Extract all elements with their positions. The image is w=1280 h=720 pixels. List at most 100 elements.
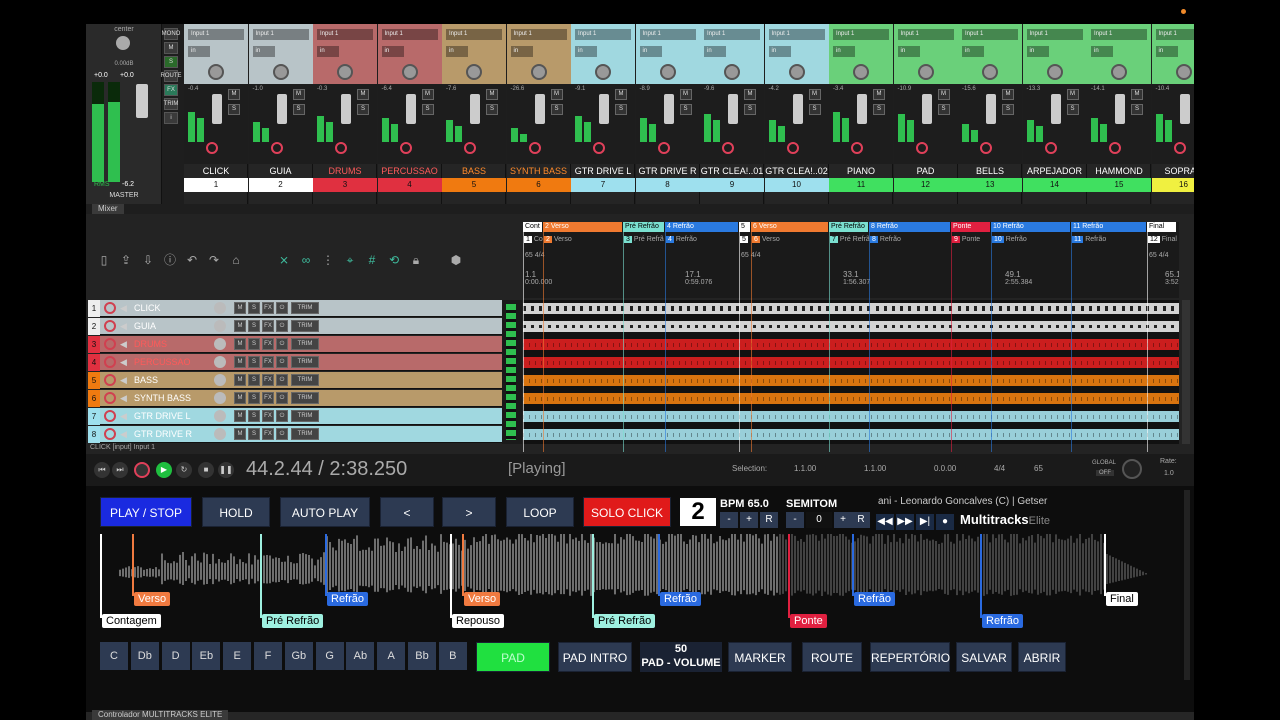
- power-icon[interactable]: ⏻: [276, 320, 288, 332]
- input-select[interactable]: Input 1: [382, 29, 438, 40]
- track-trim-button[interactable]: TRIM: [291, 428, 319, 440]
- semitom-reset-button[interactable]: R: [852, 512, 870, 528]
- solo-button[interactable]: S: [357, 104, 369, 115]
- track-mute-button[interactable]: M: [234, 428, 246, 440]
- input-select[interactable]: Input 1: [962, 29, 1018, 40]
- key-eb-button[interactable]: Eb: [192, 642, 220, 670]
- controller-scrollbar[interactable]: [1184, 490, 1190, 680]
- previous-button[interactable]: <: [380, 497, 434, 527]
- pan-knob[interactable]: [337, 64, 353, 80]
- track-volume-knob[interactable]: [214, 410, 226, 422]
- key-c-button[interactable]: C: [100, 642, 128, 670]
- region-marker[interactable]: Cont: [523, 222, 542, 232]
- section-label[interactable]: Repouso: [452, 614, 504, 628]
- marker-button[interactable]: MARKER: [728, 642, 792, 672]
- key-b-button[interactable]: B: [439, 642, 467, 670]
- record-arm-button[interactable]: [851, 142, 863, 154]
- track-volume-knob[interactable]: [214, 428, 226, 440]
- solo-click-button[interactable]: SOLO CLICK: [583, 497, 671, 527]
- input-mode-select[interactable]: in: [898, 46, 920, 57]
- bpm-minus-button[interactable]: -: [720, 512, 738, 528]
- record-arm-button[interactable]: [464, 142, 476, 154]
- track-lane[interactable]: [523, 318, 1179, 335]
- mute-button[interactable]: M: [680, 89, 692, 100]
- loop-icon[interactable]: ⟲: [386, 252, 402, 268]
- solo-button[interactable]: S: [486, 104, 498, 115]
- track-row[interactable]: 2 ◀ GUIA M S FX ⏻ TRIM: [88, 318, 502, 335]
- channel-fader[interactable]: [406, 94, 416, 124]
- play-icon[interactable]: ▶: [156, 462, 172, 478]
- channel-fader[interactable]: [1180, 94, 1190, 124]
- pad-button[interactable]: PAD: [476, 642, 550, 672]
- channel-fader[interactable]: [793, 94, 803, 124]
- key-d-button[interactable]: D: [162, 642, 190, 670]
- channel-fader[interactable]: [986, 94, 996, 124]
- timeline-ruler[interactable]: Cont 1 Co 2 Verso 2 Verso Pré Refrão 3 Pré Re…: [523, 222, 1179, 298]
- channel-fader[interactable]: [470, 94, 480, 124]
- region-marker[interactable]: Pré Refrão: [623, 222, 664, 232]
- channel-fader[interactable]: [1115, 94, 1125, 124]
- section-label[interactable]: Verso: [134, 592, 170, 606]
- speaker-icon[interactable]: ◀: [120, 357, 130, 368]
- track-fx-button[interactable]: FX: [262, 302, 274, 314]
- section-label[interactable]: Refrão: [327, 592, 368, 606]
- master-pan-knob[interactable]: [116, 36, 130, 50]
- section-label[interactable]: Final: [1106, 592, 1138, 606]
- key-db-button[interactable]: Db: [131, 642, 159, 670]
- input-select[interactable]: Input 1: [1027, 29, 1083, 40]
- track-lanes[interactable]: [523, 300, 1179, 444]
- channel-fader[interactable]: [599, 94, 609, 124]
- record-arm-button[interactable]: [593, 142, 605, 154]
- track-mute-button[interactable]: M: [234, 392, 246, 404]
- input-mode-select[interactable]: in: [1027, 46, 1049, 57]
- record-arm-button[interactable]: [1174, 142, 1186, 154]
- input-mode-select[interactable]: in: [962, 46, 984, 57]
- solo-button[interactable]: S: [744, 104, 756, 115]
- input-select[interactable]: Input 1: [1091, 29, 1147, 40]
- region-marker[interactable]: 4 Refrão: [665, 222, 738, 232]
- record-arm-button[interactable]: [206, 142, 218, 154]
- record-arm-button[interactable]: [335, 142, 347, 154]
- salvar-button[interactable]: SALVAR: [956, 642, 1012, 672]
- track-solo-button[interactable]: S: [248, 374, 260, 386]
- repertorio-button[interactable]: REPERTÓRIO: [870, 642, 950, 672]
- play-stop-button[interactable]: PLAY / STOP: [100, 497, 192, 527]
- track-trim-button[interactable]: TRIM: [291, 392, 319, 404]
- track-volume-knob[interactable]: [214, 356, 226, 368]
- solo-button[interactable]: S: [293, 104, 305, 115]
- controller-tab[interactable]: Controlador MULTITRACKS ELITE: [92, 710, 228, 720]
- section-label[interactable]: Pré Refrão: [594, 614, 655, 628]
- track-solo-button[interactable]: S: [248, 410, 260, 422]
- track-record-button[interactable]: [104, 356, 116, 368]
- solo-button[interactable]: S: [809, 104, 821, 115]
- track-fx-button[interactable]: FX: [262, 338, 274, 350]
- forward-icon[interactable]: ▶▶: [896, 514, 914, 530]
- section-label[interactable]: Ponte: [790, 614, 827, 628]
- track-row[interactable]: 7 ◀ GTR DRIVE L M S FX ⏻ TRIM: [88, 408, 502, 425]
- pad-intro-button[interactable]: PAD INTRO: [558, 642, 632, 672]
- input-mode-select[interactable]: in: [704, 46, 726, 57]
- record-arm-button[interactable]: [787, 142, 799, 154]
- master-solo-button[interactable]: S: [164, 56, 178, 68]
- next-button[interactable]: >: [442, 497, 496, 527]
- input-select[interactable]: Input 1: [640, 29, 696, 40]
- section-label[interactable]: Refrão: [982, 614, 1023, 628]
- input-select[interactable]: Input 1: [317, 29, 373, 40]
- track-trim-button[interactable]: TRIM: [291, 302, 319, 314]
- key-f-button[interactable]: F: [254, 642, 282, 670]
- section-label[interactable]: Verso: [464, 592, 500, 606]
- pause-icon[interactable]: ❚❚: [218, 462, 234, 478]
- input-select[interactable]: Input 1: [704, 29, 760, 40]
- channel-fader[interactable]: [857, 94, 867, 124]
- input-mode-select[interactable]: in: [1156, 46, 1178, 57]
- power-icon[interactable]: ⏻: [276, 428, 288, 440]
- region-marker[interactable]: 5: [739, 222, 750, 232]
- grid-icon[interactable]: ⋮: [320, 252, 336, 268]
- track-volume-knob[interactable]: [214, 338, 226, 350]
- pan-knob[interactable]: [402, 64, 418, 80]
- track-lane[interactable]: [523, 300, 1179, 317]
- track-row[interactable]: 3 ◀ DRUMS M S FX ⏻ TRIM: [88, 336, 502, 353]
- power-icon[interactable]: ⏻: [276, 410, 288, 422]
- mute-button[interactable]: M: [1131, 89, 1143, 100]
- route-button[interactable]: ROUTE: [164, 70, 178, 82]
